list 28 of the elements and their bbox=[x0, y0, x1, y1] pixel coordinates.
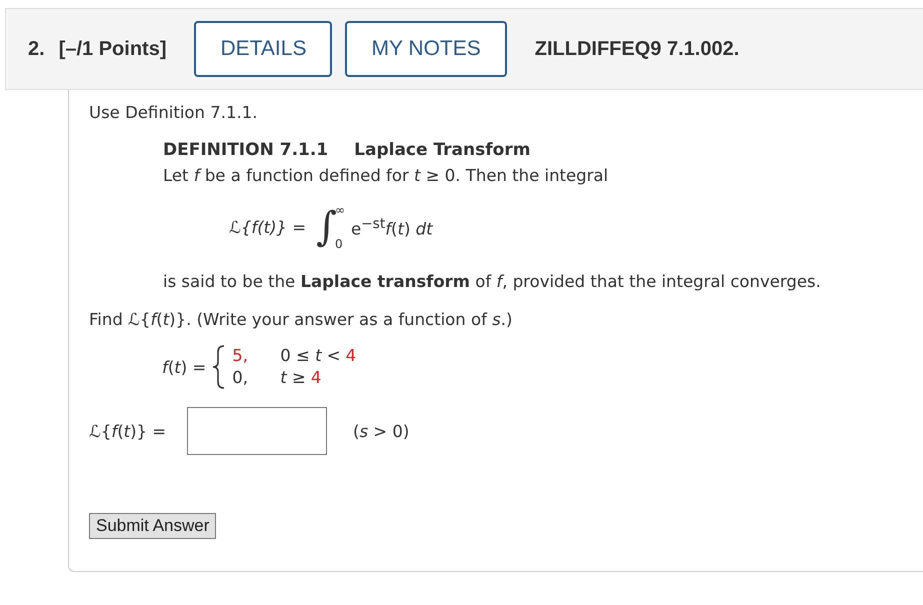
integral-sign: ∫ bbox=[316, 207, 337, 247]
problem-id: ZILLDIFFEQ9 7.1.002. bbox=[534, 38, 740, 60]
case-condition: t ≥ bbox=[280, 367, 306, 389]
upper-limit: ∞ bbox=[334, 203, 345, 217]
definition-label: DEFINITION 7.1.1 bbox=[163, 140, 328, 160]
points-label: [–/1 Points] bbox=[58, 38, 166, 60]
answer-label: ℒ{f(t)} = bbox=[89, 422, 168, 440]
case-condition: 0 ≤ t < bbox=[280, 345, 341, 367]
answer-condition: (s > 0) bbox=[353, 422, 410, 440]
notes-button[interactable]: MY NOTES bbox=[345, 21, 507, 77]
instruction-text: Use Definition 7.1.1. bbox=[89, 102, 258, 124]
definition-text: Let f be a function defined for t ≥ 0. Then the integral bbox=[163, 165, 610, 187]
case-bound: 4 bbox=[346, 345, 356, 367]
formula-lhs: ℒ{f(t)} = bbox=[229, 218, 306, 236]
brace-icon bbox=[212, 345, 226, 389]
function-lhs: f(t) = bbox=[162, 358, 206, 376]
integrand: e$^{−st}$f(t) dt bbox=[350, 216, 433, 238]
case-value: 0, bbox=[232, 367, 249, 389]
definition-text: is said to be the Laplace transform of f, provided that the integral converges. bbox=[163, 271, 822, 293]
case-value: 5, bbox=[232, 345, 249, 367]
question-text: Find ℒ{f(t)}. (Write your answer as a function of s.) bbox=[89, 309, 514, 331]
lower-limit: 0 bbox=[334, 237, 344, 251]
definition-title: Laplace Transform bbox=[354, 140, 530, 160]
details-button[interactable]: DETAILS bbox=[194, 21, 332, 77]
answer-field[interactable] bbox=[187, 407, 327, 455]
question-number: 2. bbox=[28, 38, 45, 60]
case-bound: 4 bbox=[310, 367, 322, 389]
submit-button[interactable]: Submit Answer bbox=[89, 513, 216, 539]
